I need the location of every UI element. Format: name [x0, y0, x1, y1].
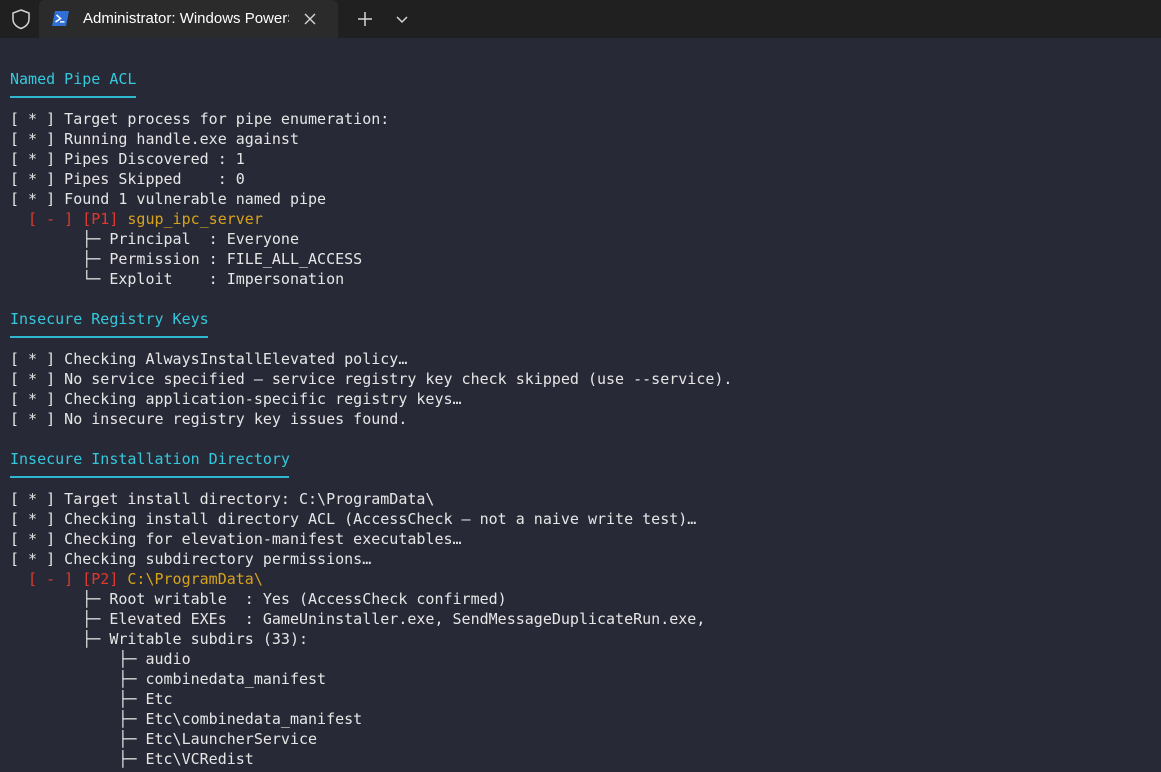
- powershell-icon: [52, 11, 69, 26]
- title-bar: Administrator: Windows PowerShell: [0, 0, 1161, 38]
- detail-line: └─ Exploit : Impersonation: [10, 270, 345, 288]
- tab-title: Administrator: Windows PowerShell: [83, 10, 289, 27]
- output-line: [ * ] Found 1 vulnerable named pipe: [10, 190, 327, 208]
- section-heading-registry: Insecure Registry Keys: [10, 310, 209, 328]
- output-line: [ * ] Checking install directory ACL (Ac…: [10, 510, 697, 528]
- plus-icon[interactable]: [356, 10, 374, 28]
- output-line: [ * ] Checking subdirectory permissions…: [10, 550, 372, 568]
- finding-marker: [ - ] [P1]: [10, 210, 128, 228]
- output-line: [ * ] Target install directory: C:\Progr…: [10, 490, 435, 508]
- detail-line: ├─ Writable subdirs (33):: [10, 630, 309, 648]
- terminal-output[interactable]: Named Pipe ACL [ * ] Target process for …: [0, 38, 1161, 772]
- output-line: [ * ] Running handle.exe against: [10, 130, 299, 148]
- output-line: [ * ] Checking for elevation-manifest ex…: [10, 530, 462, 548]
- detail-line: ├─ Permission : FILE_ALL_ACCESS: [10, 250, 363, 268]
- output-line: [ * ] Pipes Skipped : 0: [10, 170, 245, 188]
- finding-line: [ - ] [P2] C:\ProgramData\: [10, 569, 263, 589]
- section-heading-install-dir: Insecure Installation Directory: [10, 450, 290, 468]
- subdir-item: ├─ Etc\combinedata_manifest: [10, 710, 363, 728]
- output-line: [ * ] No service specified — service reg…: [10, 370, 733, 388]
- subdir-item: ├─ audio: [10, 650, 191, 668]
- detail-line: ├─ Root writable : Yes (AccessCheck conf…: [10, 590, 507, 608]
- close-icon[interactable]: [303, 12, 317, 26]
- subdir-item: ├─ Etc\LauncherService: [10, 730, 318, 748]
- output-line: [ * ] Target process for pipe enumeratio…: [10, 110, 390, 128]
- section-heading-named-pipe: Named Pipe ACL: [10, 70, 137, 88]
- output-line: [ * ] Checking application-specific regi…: [10, 390, 462, 408]
- output-line: [ * ] No insecure registry key issues fo…: [10, 410, 408, 428]
- tab-powershell[interactable]: Administrator: Windows PowerShell: [39, 0, 338, 38]
- heading-underline: [10, 96, 136, 98]
- finding-marker: [ - ] [P2]: [10, 570, 128, 588]
- chevron-down-icon[interactable]: [395, 12, 409, 26]
- output-line: [ * ] Checking AlwaysInstallElevated pol…: [10, 350, 408, 368]
- heading-underline: [10, 476, 289, 478]
- subdir-item: ├─ combinedata_manifest: [10, 670, 327, 688]
- heading-underline: [10, 336, 208, 338]
- subdir-item: ├─ Etc: [10, 690, 173, 708]
- finding-name: sgup_ipc_server: [127, 210, 263, 228]
- finding-line: [ - ] [P1] sgup_ipc_server: [10, 209, 263, 229]
- output-line: [ * ] Pipes Discovered : 1: [10, 150, 245, 168]
- detail-line: ├─ Principal : Everyone: [10, 230, 299, 248]
- subdir-item: ├─ Etc\VCRedist: [10, 750, 254, 768]
- detail-line: ├─ Elevated EXEs : GameUninstaller.exe, …: [10, 610, 706, 628]
- shield-icon[interactable]: [10, 8, 32, 30]
- finding-name: C:\ProgramData\: [127, 570, 263, 588]
